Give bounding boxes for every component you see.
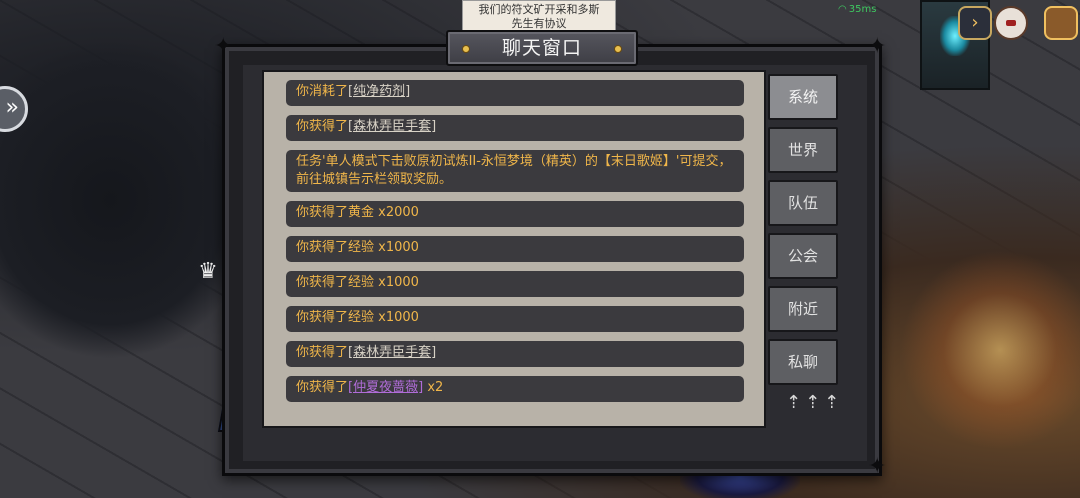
message-item-link[interactable]: [纯净药剂] — [348, 84, 410, 99]
frame-corner-ornament: ✦ — [868, 454, 887, 479]
channel-tabs: 系统世界队伍公会附近私聊 — [768, 74, 838, 392]
channel-tab[interactable]: 私聊 — [768, 339, 838, 385]
message-text: 消耗了 — [309, 84, 349, 99]
mail-icon[interactable] — [994, 6, 1028, 40]
message-sender: 你 — [296, 205, 310, 220]
message-item-link[interactable]: [仲夏夜蔷薇] — [348, 380, 423, 395]
arrow-right-icon[interactable]: › — [958, 6, 992, 40]
message-text: 获得了经验 x1000 — [309, 275, 419, 290]
chat-message[interactable]: 你获得了经验 x1000 — [286, 271, 744, 297]
wifi-icon: ◠ — [838, 4, 847, 15]
message-sender: 你 — [296, 119, 310, 134]
chat-message[interactable]: 你获得了黄金 x2000 — [286, 201, 744, 227]
notice-line-1: 我们的符文矿开采和多斯 — [478, 3, 600, 16]
message-sender: 你 — [296, 275, 310, 290]
chat-title: 聊天窗口 — [501, 37, 582, 59]
chat-message[interactable]: 你获得了[森林弄臣手套] — [286, 341, 744, 367]
message-text: 获得了经验 x1000 — [309, 240, 419, 255]
message-item-link[interactable]: [森林弄臣手套] — [348, 119, 436, 134]
crown-marker-icon[interactable]: ♛ — [194, 258, 222, 286]
frame-corner-ornament: ✦ — [214, 34, 233, 59]
channel-tab[interactable]: 队伍 — [768, 180, 838, 226]
chat-message[interactable]: 你获得了[森林弄臣手套] — [286, 115, 744, 141]
notice-line-2: 先生有协议 — [511, 17, 567, 30]
spikes-decoration: ⇡⇡⇡ — [786, 392, 844, 413]
chat-message-list[interactable]: 你消耗了[纯净药剂] 你获得了[森林弄臣手套] 任务'单人模式下击败原初试炼II-永… — [262, 70, 766, 428]
message-sender: 你 — [296, 84, 310, 99]
frame-corner-ornament: ✦ — [868, 34, 887, 59]
channel-tab[interactable]: 附近 — [768, 286, 838, 332]
double-chevron-right-icon: » — [5, 95, 19, 120]
message-sender: 你 — [296, 380, 310, 395]
chat-message[interactable]: 任务'单人模式下击败原初试炼II-永恒梦境（精英）的【末日歌姬】'可提交，前往城… — [286, 150, 744, 192]
message-text: 获得了 — [309, 119, 349, 134]
network-status: ◠ 35ms — [838, 4, 876, 15]
message-sender: 你 — [296, 310, 310, 325]
message-text: 获得了经验 x1000 — [309, 310, 419, 325]
chat-message[interactable]: 你消耗了[纯净药剂] — [286, 80, 744, 106]
chat-message[interactable]: 你获得了经验 x1000 — [286, 236, 744, 262]
message-suffix: x2 — [423, 380, 444, 395]
chat-message[interactable]: 你获得了[仲夏夜蔷薇] x2 — [286, 376, 744, 402]
background-glow — [900, 250, 1080, 450]
message-text: 获得了 — [309, 380, 349, 395]
message-sender: 你 — [296, 240, 310, 255]
npc-notice: 我们的符文矿开采和多斯 先生有协议 — [462, 0, 616, 32]
message-text: 任务'单人模式下击败原初试炼II-永恒梦境（精英）的【末日歌姬】'可提交，前往城… — [296, 154, 732, 187]
chat-title-plate: 聊天窗口 — [446, 30, 638, 66]
channel-tab[interactable]: 世界 — [768, 127, 838, 173]
channel-tab[interactable]: 公会 — [768, 233, 838, 279]
message-text: 获得了 — [309, 345, 349, 360]
message-item-link[interactable]: [森林弄臣手套] — [348, 345, 436, 360]
treasure-chest-icon[interactable] — [1044, 6, 1078, 40]
message-text: 获得了黄金 x2000 — [309, 205, 419, 220]
chat-message[interactable]: 你获得了经验 x1000 — [286, 306, 744, 332]
message-sender: 你 — [296, 345, 310, 360]
channel-tab[interactable]: 系统 — [768, 74, 838, 120]
ping-label: 35ms — [848, 4, 877, 15]
